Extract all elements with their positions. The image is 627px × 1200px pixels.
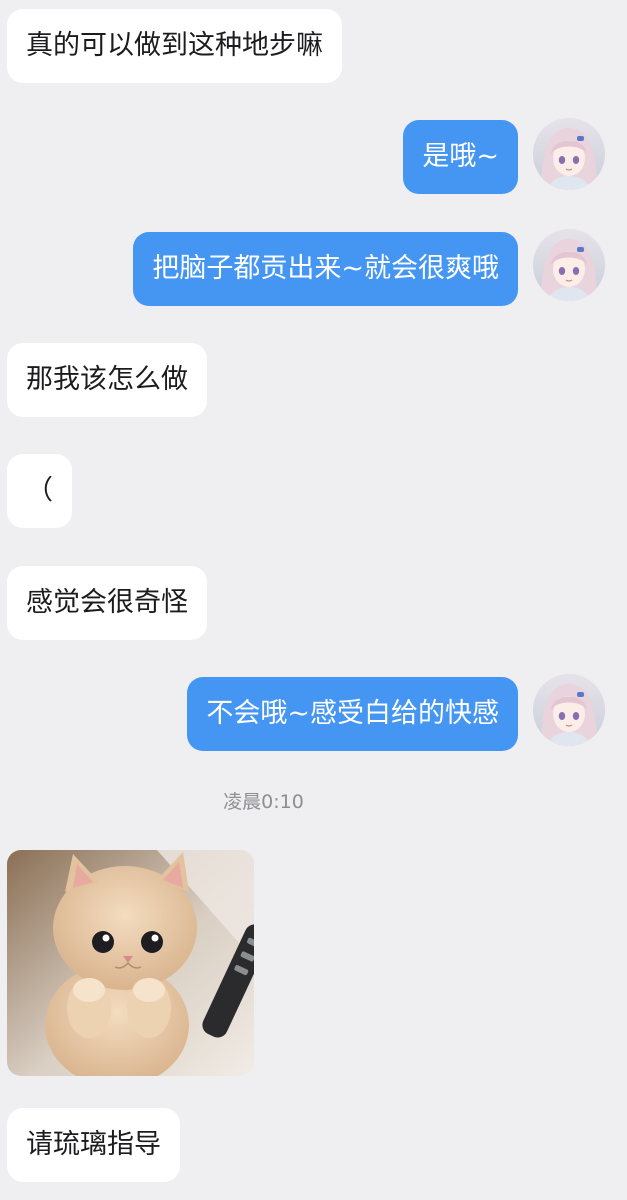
avatar-image: [533, 674, 605, 746]
kitten-sticker-image: [7, 850, 254, 1076]
avatar-image: [533, 229, 605, 301]
message-text: 那我该怎么做: [26, 364, 188, 395]
message-text: 不会哦~感受白给的快感: [206, 698, 499, 729]
incoming-message-bubble[interactable]: 请琉璃指导: [7, 1108, 180, 1182]
outgoing-message-bubble[interactable]: 把脑子都贡出来~就会很爽哦: [133, 232, 518, 306]
chat-conversation[interactable]: 真的可以做到这种地步嘛 是哦~ 把脑子都贡出来~就会很爽哦 那我该怎么做 （ 感…: [0, 0, 627, 1200]
message-text: 感觉会很奇怪: [26, 587, 188, 618]
kitten-sticker-image[interactable]: [7, 850, 254, 1076]
outgoing-message-bubble[interactable]: 不会哦~感受白给的快感: [187, 677, 518, 751]
outgoing-message-bubble[interactable]: 是哦~: [403, 120, 518, 194]
anime-girl-avatar[interactable]: [533, 229, 605, 301]
message-text: 请琉璃指导: [26, 1129, 161, 1160]
incoming-message-bubble[interactable]: 感觉会很奇怪: [7, 566, 207, 640]
anime-girl-avatar[interactable]: [533, 118, 605, 190]
anime-girl-avatar[interactable]: [533, 674, 605, 746]
avatar-image: [533, 118, 605, 190]
message-text: 是哦~: [422, 141, 499, 172]
message-text: （: [26, 475, 53, 506]
incoming-message-bubble[interactable]: 真的可以做到这种地步嘛: [7, 9, 342, 83]
message-text: 真的可以做到这种地步嘛: [26, 30, 323, 61]
message-timestamp: 凌晨0:10: [223, 791, 304, 813]
message-text: 把脑子都贡出来~就会很爽哦: [152, 253, 499, 284]
incoming-message-bubble[interactable]: （: [7, 454, 72, 528]
incoming-message-bubble[interactable]: 那我该怎么做: [7, 343, 207, 417]
